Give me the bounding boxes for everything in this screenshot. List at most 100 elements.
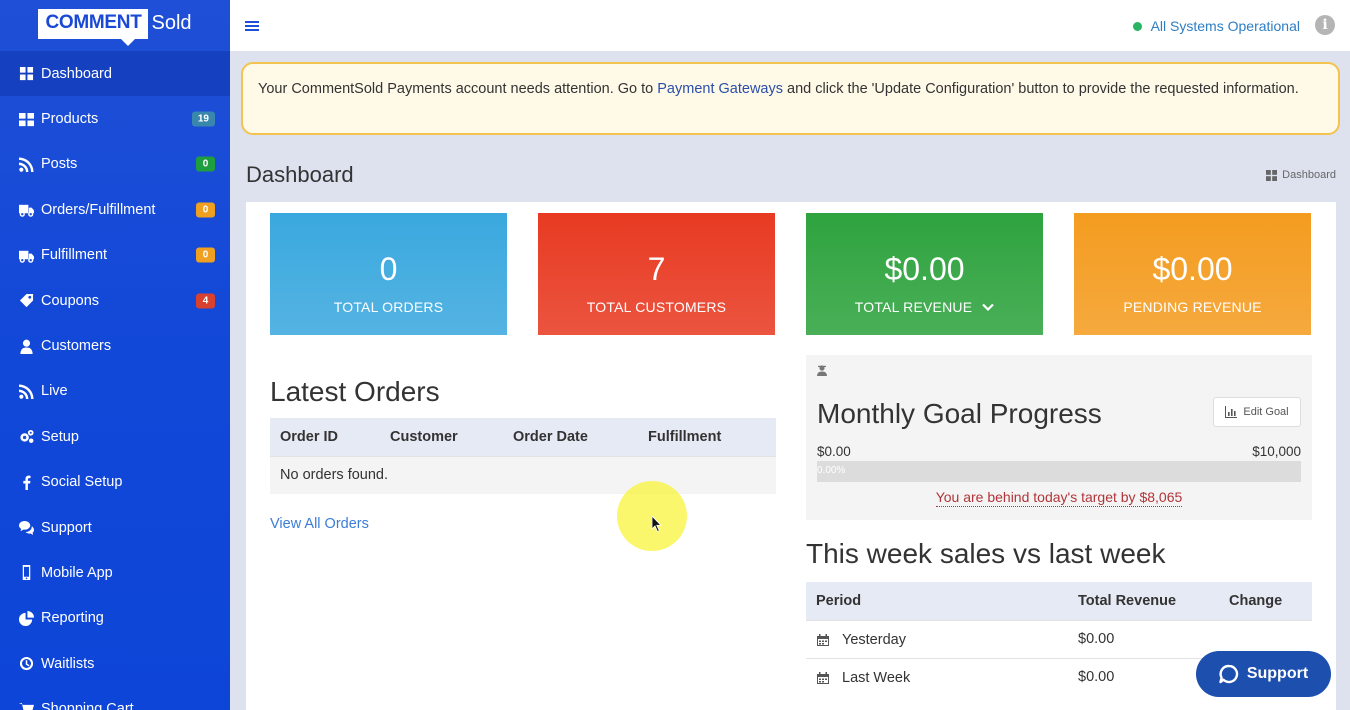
edit-goal-button[interactable]: Edit Goal	[1213, 397, 1301, 427]
sidebar-item-waitlists[interactable]: Waitlists	[0, 641, 230, 686]
user-icon	[18, 338, 34, 354]
stat-total-orders[interactable]: 0 TOTAL ORDERS	[270, 213, 507, 335]
chevron-down-icon	[982, 303, 995, 312]
period-label: Yesterday	[842, 631, 906, 648]
sidebar-item-label: Support	[41, 519, 92, 536]
stat-label: TOTAL CUSTOMERS	[538, 299, 775, 315]
sidebar-item-fulfillment[interactable]: Fulfillment 0	[0, 233, 230, 278]
menu-toggle-icon[interactable]	[245, 19, 259, 33]
chat-icon	[18, 520, 34, 536]
alert-text-before: Your CommentSold Payments account needs …	[258, 81, 658, 97]
calendar-icon	[817, 671, 829, 684]
sidebar-nav: Dashboard Products 19 Posts 0 Orders/Fulfillm…	[0, 51, 230, 710]
breadcrumb[interactable]: Dashboard	[1266, 169, 1336, 181]
sidebar-item-posts[interactable]: Posts 0	[0, 142, 230, 187]
goal-progress-bar: 0.00%	[817, 461, 1301, 482]
grid-icon	[18, 111, 34, 127]
view-all-orders-link[interactable]: View All Orders	[270, 516, 369, 532]
goal-progress-text: 0.00%	[817, 465, 846, 476]
stat-total-customers[interactable]: 7 TOTAL CUSTOMERS	[538, 213, 775, 335]
behind-target-text: You are behind today's target by $8,065	[806, 489, 1312, 507]
latest-orders-table: Order ID Customer Order Date Fulfillment…	[270, 418, 776, 494]
dashboard-icon	[1266, 169, 1278, 181]
goal-title: Monthly Goal Progress	[817, 398, 1102, 429]
column-header: Period	[806, 582, 1068, 620]
column-header[interactable]: Customer	[380, 418, 503, 456]
stat-total-revenue[interactable]: $0.00 TOTAL REVENUE	[806, 213, 1043, 335]
stat-value: $0.00	[1152, 251, 1233, 287]
sidebar-item-mobile-app[interactable]: Mobile App	[0, 550, 230, 595]
stat-label-text: TOTAL ORDERS	[333, 299, 444, 315]
payment-gateways-link[interactable]: Payment Gateways	[657, 81, 783, 97]
revenue-cell: $0.00	[1068, 619, 1219, 658]
tag-icon	[18, 293, 34, 309]
table-row: No orders found.	[270, 455, 776, 494]
sidebar-item-reporting[interactable]: Reporting	[0, 596, 230, 641]
count-badge: 0	[196, 156, 215, 172]
support-button-label: Support	[1246, 665, 1309, 682]
clock-icon	[18, 656, 34, 672]
sidebar-item-label: Reporting	[41, 610, 104, 627]
behind-target-label: You are behind today's target by $8,065	[935, 489, 1183, 507]
logo-comment-text: COMMENT	[38, 9, 148, 46]
monthly-goal-box: Monthly Goal Progress Edit Goal $0.00 $1…	[806, 355, 1312, 520]
sidebar-item-label: Shopping Cart	[41, 701, 134, 710]
alert-text-after: and click the 'Update Configuration' but…	[783, 81, 1299, 97]
empty-message: No orders found.	[270, 455, 776, 494]
sidebar-item-label: Dashboard	[41, 65, 112, 82]
sidebar-item-dashboard[interactable]: Dashboard	[0, 51, 230, 97]
goal-max-value: $10,000	[1252, 444, 1301, 459]
info-icon[interactable]: i	[1315, 15, 1335, 35]
mouse-cursor-icon	[652, 516, 662, 532]
stat-value: $0.00	[884, 251, 965, 287]
count-badge: 0	[196, 202, 215, 218]
logo-sold-text: Sold	[151, 12, 192, 34]
sidebar-item-shopping-cart[interactable]: Shopping Cart	[0, 686, 230, 710]
edit-goal-label: Edit Goal	[1243, 406, 1289, 418]
week-sales-title: This week sales vs last week	[806, 538, 1166, 569]
bar-chart-icon	[1225, 406, 1238, 418]
commentsold-logo[interactable]: COMMENT Sold	[38, 9, 192, 46]
sidebar-item-products[interactable]: Products 19	[0, 96, 230, 141]
truck-icon	[18, 247, 34, 263]
sidebar-item-orders-fulfillment[interactable]: Orders/Fulfillment 0	[0, 187, 230, 232]
column-header[interactable]: Order Date	[503, 418, 638, 456]
cart-icon	[18, 701, 34, 710]
page-title: Dashboard	[246, 162, 354, 187]
payments-alert: Your CommentSold Payments account needs …	[241, 62, 1340, 135]
sidebar-item-label: Waitlists	[41, 655, 95, 672]
period-cell: Yesterday	[806, 620, 1068, 658]
mobile-icon	[18, 565, 34, 581]
table-header-row: Order ID Customer Order Date Fulfillment	[270, 418, 776, 456]
sidebar-item-coupons[interactable]: Coupons 4	[0, 278, 230, 323]
sidebar-item-support[interactable]: Support	[0, 505, 230, 550]
stat-value: 7	[647, 251, 666, 287]
column-header[interactable]: Order ID	[270, 418, 380, 456]
column-header[interactable]: Fulfillment	[638, 418, 776, 456]
column-header: Total Revenue	[1068, 582, 1219, 620]
stat-label: PENDING REVENUE	[1074, 299, 1311, 315]
sidebar-item-live[interactable]: Live	[0, 369, 230, 414]
sidebar-item-label: Customers	[41, 338, 112, 355]
rss-icon	[18, 156, 34, 172]
dashboard-icon	[18, 66, 34, 82]
chat-bubble-icon	[1219, 664, 1238, 684]
system-status-text: All Systems Operational	[1150, 18, 1300, 34]
stat-pending-revenue[interactable]: $0.00 PENDING REVENUE	[1074, 213, 1311, 335]
sidebar-item-customers[interactable]: Customers	[0, 323, 230, 368]
sidebar-item-setup[interactable]: Setup	[0, 414, 230, 459]
sidebar: COMMENT Sold Dashboard Products 19 Posts 0 Or…	[0, 0, 230, 710]
rss-icon	[18, 383, 34, 399]
system-status[interactable]: All Systems Operational	[1132, 18, 1300, 34]
status-dot-icon	[1132, 21, 1142, 31]
breadcrumb-item: Dashboard	[1282, 169, 1336, 181]
calendar-icon	[817, 633, 829, 646]
truck-icon	[18, 202, 34, 218]
sidebar-item-social-setup[interactable]: Social Setup	[0, 460, 230, 505]
top-bar: All Systems Operational i	[230, 0, 1350, 51]
period-cell: Last Week	[806, 658, 1068, 696]
count-badge: 4	[196, 293, 215, 309]
logo-area[interactable]: COMMENT Sold	[0, 0, 230, 51]
column-header: Change	[1219, 582, 1312, 620]
support-chat-button[interactable]: Support	[1196, 651, 1331, 697]
